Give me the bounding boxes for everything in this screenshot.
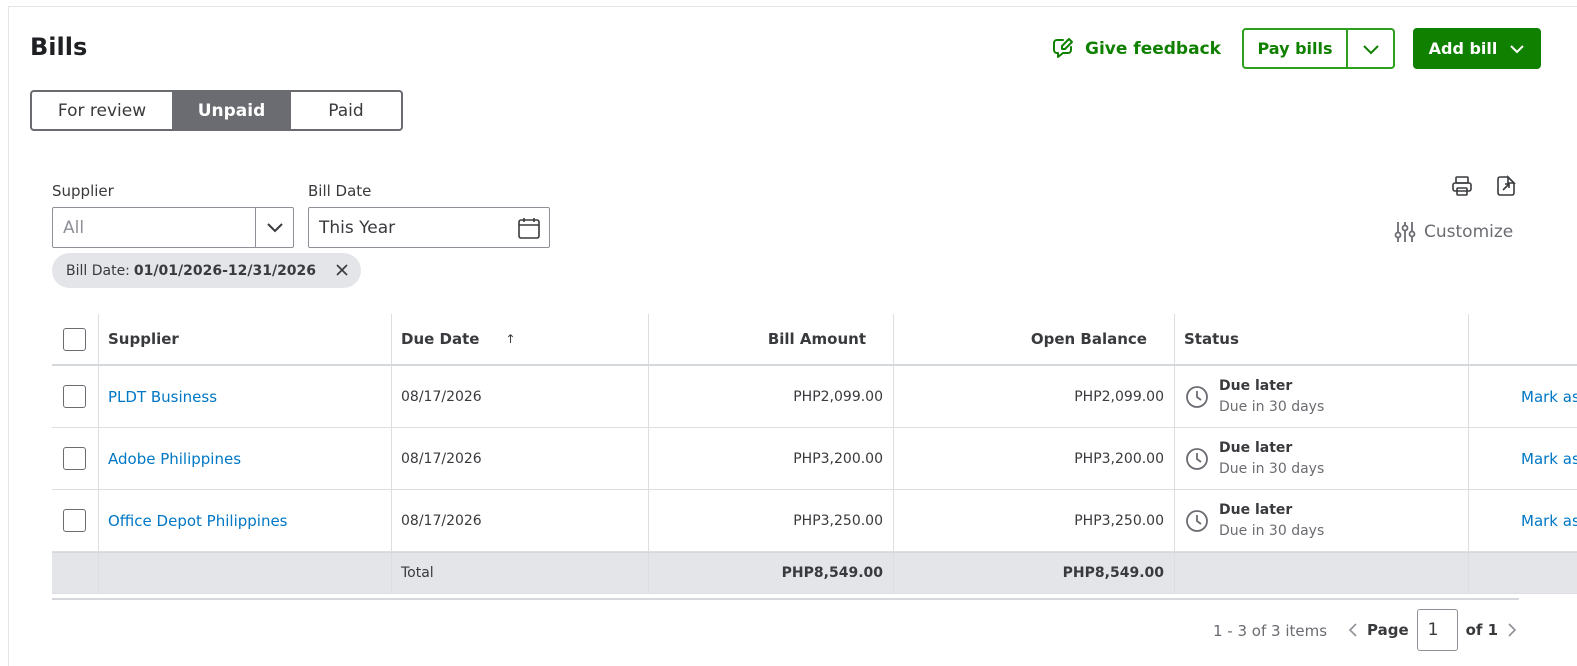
page-title: Bills	[30, 33, 88, 61]
bill-status-tabs: For review Unpaid Paid	[30, 90, 403, 131]
total-label: Total	[391, 553, 648, 593]
total-bill-amount: PHP8,549.00	[648, 553, 893, 593]
status-detail: Due in 30 days	[1219, 399, 1325, 415]
add-bill-label: Add bill	[1428, 39, 1498, 58]
table-row: Office Depot Philippines 08/17/2026 PHP3…	[52, 490, 1577, 552]
clock-icon	[1186, 385, 1208, 408]
bill-amount-cell: PHP3,200.00	[648, 428, 893, 489]
pay-bills-dropdown-button[interactable]	[1348, 30, 1393, 67]
column-header-action	[1468, 314, 1577, 364]
due-date-cell: 08/17/2026	[391, 490, 648, 551]
export-icon[interactable]	[1495, 175, 1517, 201]
row-checkbox[interactable]	[63, 509, 86, 532]
open-balance-cell: PHP3,200.00	[893, 428, 1174, 489]
row-checkbox[interactable]	[63, 447, 86, 470]
mark-as-paid-link[interactable]: Mark as paid	[1521, 512, 1577, 530]
status-label: Due later	[1219, 502, 1293, 518]
column-header-status[interactable]: Status	[1174, 314, 1468, 364]
add-bill-button[interactable]: Add bill	[1413, 28, 1541, 69]
supplier-select-value: All	[63, 217, 85, 238]
tab-paid[interactable]: Paid	[290, 92, 401, 129]
column-header-open-balance[interactable]: Open Balance	[893, 314, 1174, 364]
status-cell: Due later Due in 30 days	[1174, 490, 1468, 551]
calendar-icon[interactable]	[517, 216, 541, 240]
bill-amount-cell: PHP3,250.00	[648, 490, 893, 551]
supplier-link[interactable]: Adobe Philippines	[108, 450, 241, 468]
select-all-checkbox[interactable]	[63, 327, 86, 351]
column-header-supplier[interactable]: Supplier	[98, 314, 391, 364]
customize-label: Customize	[1424, 222, 1514, 242]
print-icon[interactable]	[1451, 175, 1473, 201]
close-icon[interactable]	[335, 263, 349, 281]
column-header-due-date[interactable]: Due Date ↑	[391, 314, 648, 364]
pagination: Page 1 of 1	[1347, 609, 1518, 651]
chevron-left-icon[interactable]	[1347, 622, 1359, 638]
chevron-down-icon	[1362, 44, 1379, 54]
status-cell: Due later Due in 30 days	[1174, 428, 1468, 489]
filter-chip-bill-date: Bill Date: 01/01/2026-12/31/2026	[52, 253, 361, 288]
chevron-right-icon[interactable]	[1506, 622, 1518, 638]
open-balance-cell: PHP2,099.00	[893, 366, 1174, 427]
filter-chip-value: 01/01/2026-12/31/2026	[133, 262, 317, 279]
open-balance-cell: PHP3,250.00	[893, 490, 1174, 551]
page-label: Page	[1367, 621, 1409, 639]
chevron-down-icon	[266, 223, 283, 233]
pay-bills-split-button: Pay bills	[1242, 28, 1395, 69]
clock-icon	[1186, 447, 1208, 470]
bill-date-value: This Year	[319, 217, 396, 238]
status-detail: Due in 30 days	[1219, 461, 1325, 477]
tab-for-review[interactable]: For review	[32, 92, 173, 129]
status-label: Due later	[1219, 378, 1293, 394]
column-header-due-date-label: Due Date	[401, 330, 480, 348]
filter-chip-prefix: Bill Date:	[66, 262, 130, 279]
table-header-row: Supplier Due Date ↑ Bill Amount Open Bal…	[52, 314, 1577, 366]
status-detail: Due in 30 days	[1219, 523, 1325, 539]
bill-amount-cell: PHP2,099.00	[648, 366, 893, 427]
sort-ascending-icon: ↑	[505, 332, 516, 346]
supplier-link[interactable]: PLDT Business	[108, 388, 217, 406]
table-total-row: Total PHP8,549.00 PHP8,549.00	[52, 552, 1577, 594]
pagination-items-label: 1 - 3 of 3 items	[1213, 622, 1328, 640]
sliders-icon	[1394, 222, 1416, 242]
pay-bills-button[interactable]: Pay bills	[1244, 30, 1348, 67]
page-number-input[interactable]: 1	[1416, 609, 1458, 651]
table-bottom-divider	[52, 598, 1519, 600]
give-feedback-label: Give feedback	[1085, 39, 1221, 59]
supplier-select[interactable]: All	[52, 207, 294, 248]
table-row: Adobe Philippines 08/17/2026 PHP3,200.00…	[52, 428, 1577, 490]
supplier-link[interactable]: Office Depot Philippines	[108, 512, 288, 530]
clock-icon	[1186, 509, 1208, 532]
row-checkbox[interactable]	[63, 385, 86, 408]
supplier-filter-label: Supplier	[52, 182, 114, 200]
due-date-cell: 08/17/2026	[391, 428, 648, 489]
customize-button[interactable]: Customize	[1393, 220, 1513, 244]
status-cell: Due later Due in 30 days	[1174, 366, 1468, 427]
supplier-dropdown-button[interactable]	[255, 208, 293, 247]
total-open-balance: PHP8,549.00	[893, 553, 1174, 593]
feedback-icon	[1051, 37, 1075, 61]
mark-as-paid-link[interactable]: Mark as paid	[1521, 388, 1577, 406]
bill-date-select[interactable]: This Year	[308, 207, 550, 248]
status-label: Due later	[1219, 440, 1293, 456]
due-date-cell: 08/17/2026	[391, 366, 648, 427]
page-of-label: of 1	[1465, 621, 1499, 639]
column-header-bill-amount[interactable]: Bill Amount	[648, 314, 893, 364]
chevron-down-icon	[1510, 44, 1525, 53]
mark-as-paid-link[interactable]: Mark as paid	[1521, 450, 1577, 468]
give-feedback-button[interactable]: Give feedback	[1051, 36, 1221, 62]
bill-date-filter-label: Bill Date	[308, 182, 372, 200]
tab-unpaid[interactable]: Unpaid	[173, 92, 290, 129]
table-row: PLDT Business 08/17/2026 PHP2,099.00 PHP…	[52, 366, 1577, 428]
